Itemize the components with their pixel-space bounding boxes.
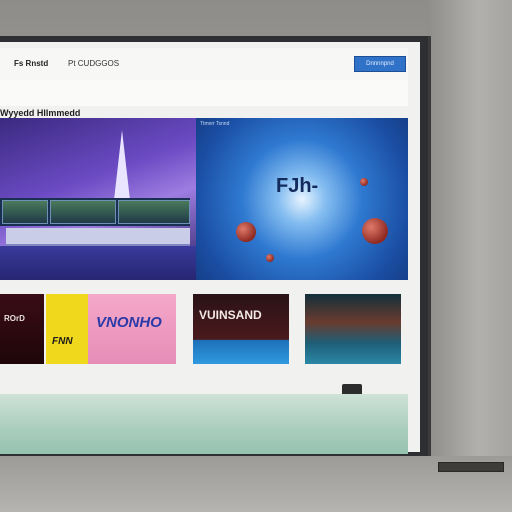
sub-navigation-bar xyxy=(0,80,408,106)
monitor-screen: Fs Rnstd Pt CUDGGOS Dnnnnpnd Wyyedd Hllm… xyxy=(0,36,431,456)
hero-title: FJh- xyxy=(276,175,319,197)
spire-graphic xyxy=(114,130,130,200)
section-title: Wyyedd Hllmmedd xyxy=(0,108,81,118)
strip-thumbnail[interactable] xyxy=(118,200,190,224)
monitor-bezel-bottom xyxy=(0,456,512,512)
orb-graphic xyxy=(236,222,256,242)
orb-graphic xyxy=(266,254,274,262)
hero-caption: Ttmnrr Tsnnd xyxy=(200,121,230,127)
top-navigation-bar: Fs Rnstd Pt CUDGGOS Dnnnnpnd xyxy=(0,48,408,81)
media-tile[interactable]: VNONHO xyxy=(88,294,176,364)
tile-label: FNN xyxy=(52,336,73,347)
strip-thumbnail[interactable] xyxy=(2,200,48,224)
media-tiles-row: ROrD FNN VNONHO VUINSAND xyxy=(0,294,408,376)
page-footer-band xyxy=(0,394,408,454)
media-tile[interactable]: FNN xyxy=(46,294,88,364)
header-action-button[interactable]: Dnnnnpnd xyxy=(354,56,406,72)
tile-label: VNONHO xyxy=(96,314,162,331)
hero-banner-right[interactable]: Ttmnrr Tsnnd FJh- xyxy=(196,118,408,280)
web-page: Fs Rnstd Pt CUDGGOS Dnnnnpnd Wyyedd Hllm… xyxy=(0,42,420,454)
monitor-bezel-right xyxy=(428,0,512,512)
media-tile[interactable]: VUINSAND xyxy=(193,294,289,364)
nav-link[interactable]: Pt CUDGGOS xyxy=(68,59,119,68)
orb-graphic xyxy=(360,178,368,186)
hero-banner-left[interactable] xyxy=(0,118,196,280)
hero-left-footer xyxy=(0,246,196,280)
tile-label: VUINSAND xyxy=(199,308,262,322)
power-indicator xyxy=(438,462,504,472)
media-tile[interactable]: ROrD xyxy=(0,294,44,364)
tile-label: ROrD xyxy=(4,314,25,323)
site-logo[interactable]: Fs Rnstd xyxy=(14,59,48,68)
media-tile[interactable] xyxy=(305,294,401,364)
orb-graphic xyxy=(362,218,388,244)
player-control-bar[interactable] xyxy=(6,228,190,246)
strip-thumbnail[interactable] xyxy=(50,200,116,224)
